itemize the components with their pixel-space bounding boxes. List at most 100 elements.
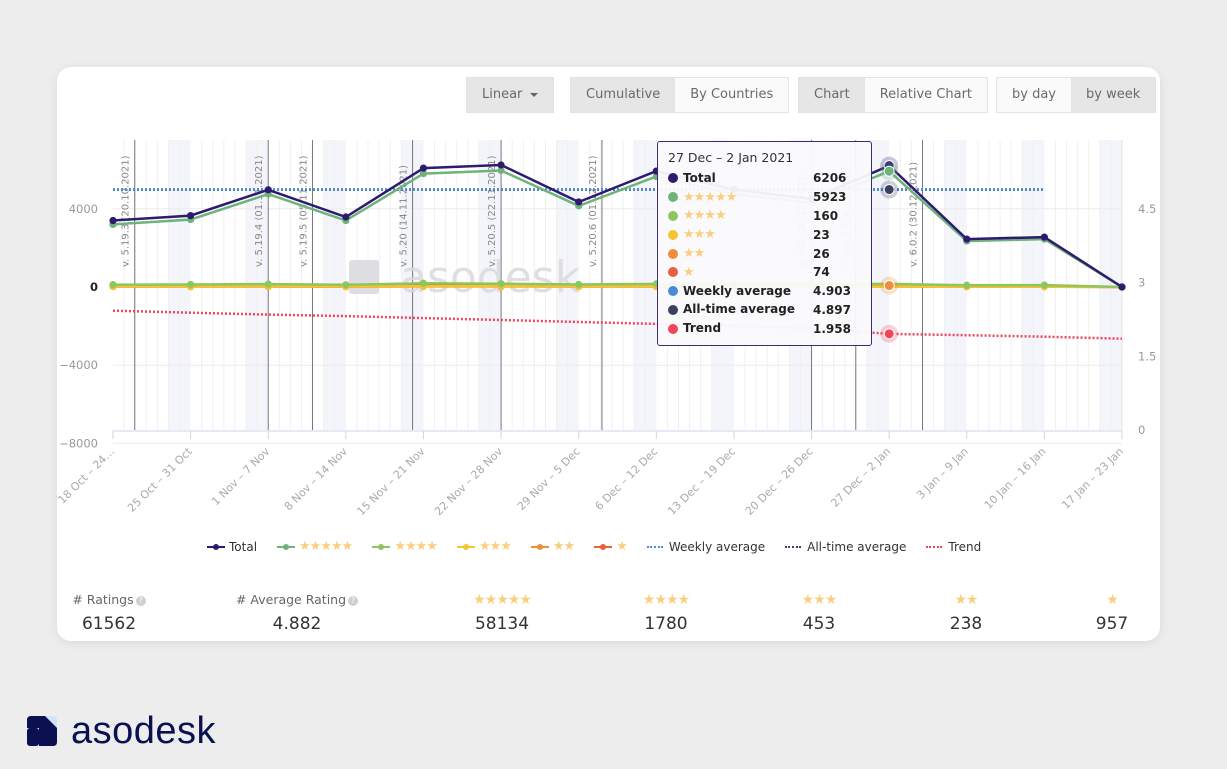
legend-line-icon [530,542,549,552]
data-point-4-stars[interactable] [109,281,117,289]
left-axis-tick: −8000 [59,436,98,450]
star-icon: ★★★★★ [683,189,737,205]
version-label: v. 5.19.5 (05.11.2021) [298,155,309,267]
data-point-total[interactable] [497,161,505,169]
data-point-total[interactable] [264,186,272,194]
legend-label: Total [229,539,258,554]
series-dot-icon [668,173,678,184]
series-dot-icon [668,304,678,315]
tooltip-series-name: ★★ [683,246,813,261]
legend-dotted-icon [926,542,944,552]
x-axis-label: 20 Dec – 26 Dec [743,445,816,518]
data-point-4-stars[interactable] [497,280,505,288]
version-label: v. 5.19.4 (01.11.2021) [254,155,265,267]
stats-row: # Ratings? 61562 # Average Rating? 4.882 ★★★… [57,592,1160,637]
tooltip-series-value: 74 [813,265,830,280]
legend-dotted-icon [646,542,665,552]
stat-value: 61562 [81,614,137,634]
tooltip-row: ★★ 26 [668,244,861,263]
star-icon: ★★ [954,592,978,608]
stat-value: 957 [1095,614,1129,634]
stat-label: ★ [1032,592,1192,610]
hover-marker [883,280,895,292]
tooltip-row: ★ 74 [668,263,861,282]
x-axis-label: 29 Nov – 5 Dec [515,445,583,513]
stat-label: ★★★★★ [422,592,582,610]
x-axis-label: 10 Jan – 16 Jan [982,445,1049,512]
data-point-total[interactable] [1118,283,1126,291]
data-point-4-stars[interactable] [187,280,195,289]
ratings-chart[interactable]: 4000 0 −4000 −8000 4.5 3 1.5 0 18 Oct – 24… 25 Oc… [57,67,1160,537]
data-point-4-stars[interactable] [963,281,971,289]
data-point-4-stars[interactable] [575,280,583,289]
tooltip-series-name: Total [683,170,716,185]
series-dot-icon [668,286,678,297]
tooltip-series-name: Trend [683,321,722,336]
legend-line-icon [207,542,225,552]
data-point-total[interactable] [419,164,428,172]
tooltip-series-value: 160 [813,208,839,223]
data-point-4-stars[interactable] [1040,281,1048,289]
right-axis-tick: 3 [1138,276,1145,290]
tooltip-row: ★★★ 23 [668,225,861,244]
legend-line-icon [456,542,475,552]
star-icon: ★★ [552,539,575,554]
x-axis-label: 6 Dec – 12 Dec [593,445,661,513]
star-icon: ★★★ [683,227,716,243]
data-point-4-stars[interactable] [342,281,350,289]
legend-item[interactable]: Weekly average [646,539,766,554]
stat-label: ★★★ [739,592,899,610]
data-point-4-stars[interactable] [264,280,272,288]
info-icon[interactable]: ? [135,595,146,606]
stat-value: 453 [802,614,836,634]
star-icon: ★★★★ [642,592,690,608]
tooltip-series-value: 6206 [813,171,847,186]
stat-value: 1780 [644,614,688,634]
left-axis-tick: 0 [90,280,98,294]
hover-marker [883,165,895,177]
star-icon: ★ [683,264,695,280]
tooltip-row: Total 6206 [668,169,861,188]
right-axis-tick: 0 [1138,423,1145,437]
version-label: v. 5.19.3 (20.10.2021) [121,155,132,267]
info-icon[interactable]: ? [348,595,359,606]
legend-item[interactable]: Trend [926,539,981,554]
star-icon: ★★★★ [683,208,727,224]
legend-item[interactable]: ★★★★ [372,539,438,554]
brand-name: asodesk [71,710,217,752]
asodesk-logo-icon [27,716,57,746]
legend-label: All-time average [807,539,907,554]
right-axis-tick: 1.5 [1138,349,1156,363]
data-point-total[interactable] [187,212,195,220]
tooltip-series-name: ★★★★ [683,208,813,223]
legend-label: Trend [948,539,982,554]
star-icon: ★★★ [478,539,512,554]
tooltip-title: 27 Dec – 2 Jan 2021 [668,150,794,165]
stat-item: ★★★★ 1780 [586,592,746,634]
ratings-card: Linear Cumulative By Countries Chart Rel… [57,67,1160,641]
legend-item[interactable]: ★★★★★ [277,539,353,554]
legend-item[interactable]: All-time average [785,539,906,554]
legend-line-icon [372,542,391,552]
data-point-total[interactable] [109,216,117,225]
x-axis-label: 13 Dec – 19 Dec [665,445,738,518]
star-icon: ★★★ [801,592,838,608]
legend-item[interactable]: ★★★ [456,539,512,554]
legend-dotted-icon [785,542,803,552]
data-point-total[interactable] [342,213,350,221]
tooltip-series-value: 23 [813,227,830,242]
tooltip-rows: Total 6206 ★★★★★ 5923 ★★★★ 160 ★★★ 23 ★★ 26 ★ 74 Wee… [668,169,861,338]
legend-item[interactable]: Total [207,539,257,554]
data-point-total[interactable] [963,235,971,243]
legend-item[interactable]: ★ [594,539,628,554]
x-axis-label: 3 Jan – 9 Jan [914,445,971,502]
data-point-total[interactable] [1040,233,1048,241]
stat-value: 4.882 [272,614,322,634]
legend-label: Weekly average [668,539,766,554]
legend-item[interactable]: ★★ [530,539,575,554]
stat-item: ★★★ 453 [739,592,899,634]
data-point-4-stars[interactable] [419,279,428,287]
brand-logo: asodesk [27,712,216,750]
tooltip-row: Trend 1.958 [668,319,861,338]
data-point-total[interactable] [575,198,583,206]
